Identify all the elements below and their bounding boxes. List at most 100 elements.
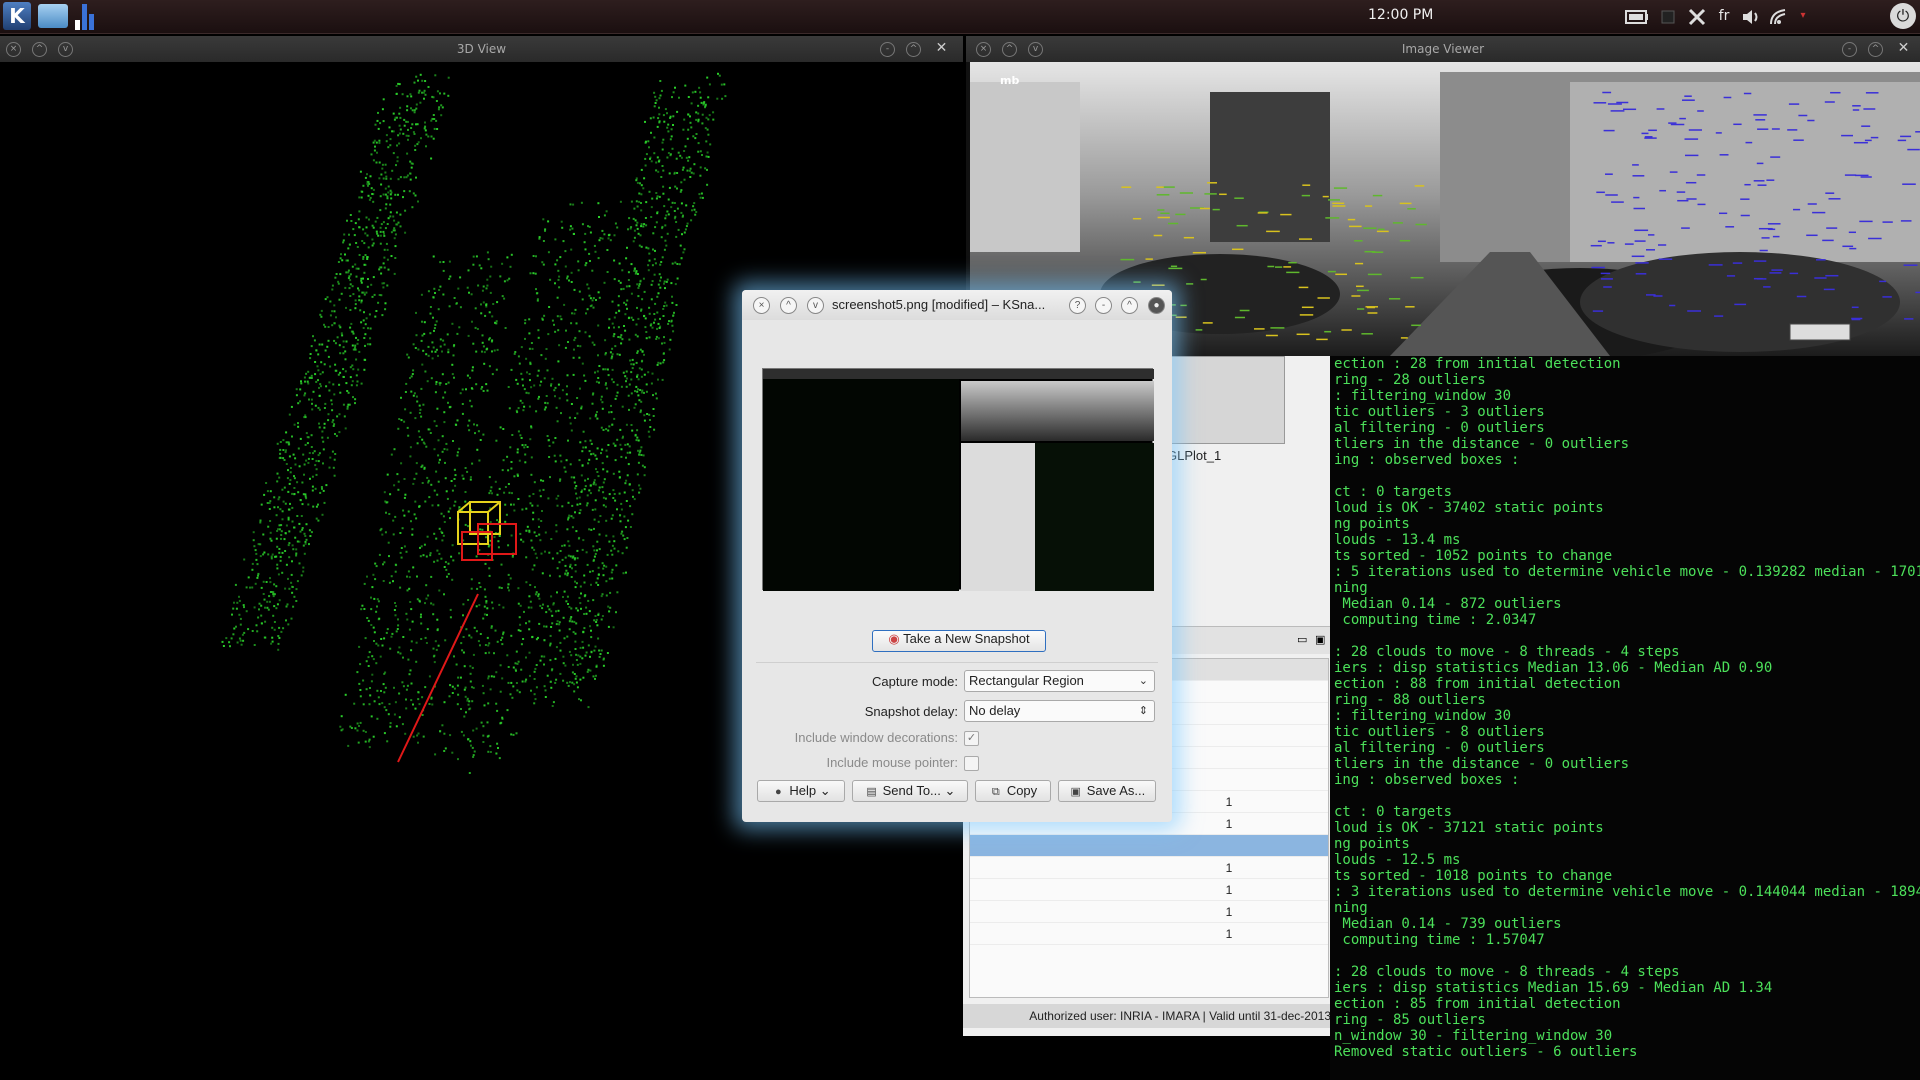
3d-view-titlebar[interactable]: × ^ v 3D View - ^ ✕ — [0, 36, 963, 62]
capture-mode-select[interactable]: Rectangular Region ⌄ — [964, 670, 1155, 692]
terminal-line: ts sorted - 1018 points to change — [1334, 868, 1613, 884]
tray-expand-icon[interactable]: ▾ — [1796, 0, 1810, 34]
terminal-line: ng points — [1334, 516, 1410, 532]
table-row[interactable]: 1 — [970, 923, 1328, 945]
send-icon: ▤ — [866, 786, 877, 798]
top-panel: K fr ▾ 12:00 PM ⏻ — [0, 0, 1920, 34]
network-icon[interactable] — [1766, 0, 1792, 34]
snapshot-preview[interactable] — [762, 368, 1154, 591]
table-row[interactable]: 1 — [970, 857, 1328, 879]
help-icon[interactable]: ? — [1069, 297, 1086, 314]
keep-below-icon[interactable]: - — [1095, 297, 1112, 314]
window-title: Image Viewer — [1401, 42, 1485, 56]
terminal-line: ning — [1334, 900, 1368, 916]
minimize-icon[interactable]: v — [58, 42, 73, 57]
terminal-line: computing time : 1.57047 — [1334, 932, 1545, 948]
power-icon[interactable]: ⏻ — [1890, 3, 1916, 29]
take-new-snapshot-button[interactable]: ◉ Take a New Snapshot — [872, 630, 1046, 652]
copy-icon: ⧉ — [991, 786, 1000, 798]
camera-icon: ◉ — [888, 631, 900, 646]
terminal-line: : 5 iterations used to determine vehicle… — [1334, 564, 1920, 580]
terminal-line: ng points — [1334, 836, 1410, 852]
license-status: Authorized user: INRIA - IMARA | Valid u… — [963, 1004, 1335, 1028]
terminal-line: ct : 0 targets — [1334, 484, 1453, 500]
battery-icon[interactable] — [1622, 0, 1652, 34]
ksnapshot-titlebar[interactable]: × ^ v screenshot5.png [modified] – KSna.… — [742, 290, 1172, 320]
maximize-icon[interactable]: ^ — [1002, 42, 1017, 57]
include-decorations-label: Include window decorations: — [794, 730, 958, 745]
terminal-line: : 28 clouds to move - 8 threads - 4 step… — [1334, 964, 1680, 980]
terminal-line: loud is OK - 37121 static points — [1334, 820, 1604, 836]
terminal-line: : filtering_window 30 — [1334, 708, 1512, 724]
tools-icon[interactable] — [1682, 0, 1712, 34]
include-decorations-checkbox[interactable]: ✓ — [964, 731, 979, 746]
gl-plot-title: GLPlot_1 — [1167, 448, 1222, 463]
terminal-line: ing : observed boxes : — [1334, 452, 1520, 468]
window-title: 3D View — [456, 42, 507, 56]
overlay-tag: mb — [1000, 74, 1019, 87]
terminal-line: : filtering_window 30 — [1334, 388, 1512, 404]
dock-float-icon[interactable]: ▭ — [1297, 633, 1307, 646]
minimize-icon[interactable]: v — [807, 297, 824, 314]
ksnapshot-dialog: × ^ v screenshot5.png [modified] – KSna.… — [742, 290, 1172, 822]
terminal-line: ning — [1334, 580, 1368, 596]
terminal-line: al filtering - 0 outliers — [1334, 420, 1545, 436]
send-to-button[interactable]: ▤ Send To... ⌄ — [852, 780, 968, 802]
maximize-icon[interactable]: ^ — [780, 297, 797, 314]
table-row[interactable]: 1 — [970, 879, 1328, 901]
terminal-line: iers : disp statistics Median 15.69 - Me… — [1334, 980, 1773, 996]
terminal-line: n_window 30 - filtering_window 30 — [1334, 1028, 1613, 1044]
clock[interactable]: 12:00 PM — [1368, 0, 1434, 34]
table-row[interactable]: 1 — [970, 901, 1328, 923]
separator — [756, 662, 1158, 663]
help-icon: ● — [775, 786, 782, 798]
capture-mode-label: Capture mode: — [872, 674, 958, 689]
volume-icon[interactable] — [1738, 0, 1764, 34]
system-monitor-icon[interactable] — [73, 4, 97, 30]
table-row-selected[interactable] — [970, 835, 1328, 857]
minimize-icon[interactable]: v — [1028, 42, 1043, 57]
pin-icon[interactable]: ✕ — [934, 41, 949, 57]
terminal-output[interactable]: ection : 28 from initial detection ring -… — [1330, 356, 1920, 1080]
close-icon[interactable]: × — [976, 42, 991, 57]
save-as-button[interactable]: ▣ Save As... — [1058, 780, 1156, 802]
copy-button[interactable]: ⧉ Copy — [975, 780, 1051, 802]
terminal-line: tic outliers - 8 outliers — [1334, 724, 1545, 740]
save-icon: ▣ — [1070, 786, 1081, 798]
terminal-line: computing time : 2.0347 — [1334, 612, 1537, 628]
keep-below-icon[interactable]: - — [880, 42, 895, 57]
terminal-line: : 3 iterations used to determine vehicle… — [1334, 884, 1920, 900]
menu-icon[interactable]: ● — [1148, 297, 1165, 314]
image-viewer-titlebar[interactable]: × ^ v Image Viewer - ^ ✕ — [966, 36, 1920, 62]
close-icon[interactable]: × — [753, 297, 770, 314]
pin-icon[interactable]: ✕ — [1896, 41, 1911, 57]
gl-plot-thumbnail[interactable] — [1163, 356, 1285, 444]
terminal-line: louds - 13.4 ms — [1334, 532, 1461, 548]
help-button[interactable]: ● Help ⌄ — [757, 780, 845, 802]
notifications-icon[interactable] — [1658, 0, 1678, 34]
keep-below-icon[interactable]: - — [1842, 42, 1857, 57]
snapshot-delay-spinbox[interactable]: No delay ⇕ — [964, 700, 1155, 722]
include-pointer-checkbox[interactable] — [964, 756, 979, 771]
terminal-line: ection : 85 from initial detection — [1334, 996, 1621, 1012]
maximize-icon[interactable]: ^ — [32, 42, 47, 57]
terminal-line: : 28 clouds to move - 8 threads - 4 step… — [1334, 644, 1680, 660]
keyboard-layout-indicator[interactable]: fr — [1712, 0, 1736, 34]
keep-above-icon[interactable]: ^ — [906, 42, 921, 57]
terminal-line: ts sorted - 1052 points to change — [1334, 548, 1613, 564]
keep-above-icon[interactable]: ^ — [1121, 297, 1138, 314]
terminal-line: Median 0.14 - 872 outliers — [1334, 596, 1562, 612]
dock-close-icon[interactable]: ▣ — [1315, 633, 1325, 646]
kde-launcher-icon[interactable]: K — [3, 2, 31, 30]
terminal-line: ing : observed boxes : — [1334, 772, 1520, 788]
terminal-line: tliers in the distance - 0 outliers — [1334, 436, 1630, 452]
terminal-line: louds - 12.5 ms — [1334, 852, 1461, 868]
folder-icon[interactable] — [38, 4, 68, 28]
close-icon[interactable]: × — [6, 42, 21, 57]
terminal-line: Median 0.14 - 739 outliers — [1334, 916, 1562, 932]
terminal-line: ring - 88 outliers — [1334, 692, 1486, 708]
terminal-line: ct : 0 targets — [1334, 804, 1453, 820]
keep-above-icon[interactable]: ^ — [1868, 42, 1883, 57]
